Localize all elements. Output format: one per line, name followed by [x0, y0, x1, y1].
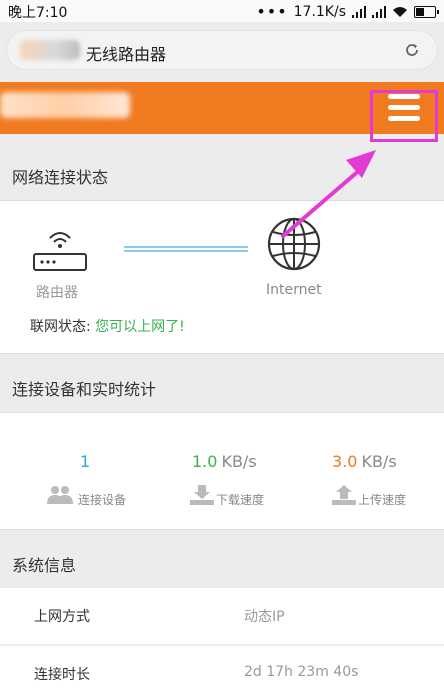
connected-count: 1 [80, 452, 91, 471]
users-icon [47, 486, 73, 504]
blurred-brand-logo [0, 92, 130, 118]
upload-unit: KB/s [361, 452, 397, 471]
download-label: 下载速度 [216, 493, 265, 507]
info-key: 连接时长 [34, 667, 90, 683]
status-icons: ••• 17.1K/s [256, 2, 439, 21]
signal-icon [352, 5, 366, 18]
download-icon [190, 485, 214, 505]
stat-upload: 3.0 KB/s [332, 452, 397, 471]
download-value: 1.0 [192, 452, 218, 471]
signal-2-icon [372, 5, 386, 18]
connection-link-line [124, 246, 248, 252]
wifi-icon [393, 6, 407, 17]
upload-value: 3.0 [332, 452, 358, 471]
upload-icon [332, 485, 356, 505]
download-unit: KB/s [221, 452, 257, 471]
info-row-uptime: 连接时长 2d 17h 23m 40s [0, 645, 444, 688]
annotation-highlight-box [370, 90, 438, 142]
info-value: 动态IP [244, 609, 285, 625]
online-status-label: 联网状态: [30, 319, 91, 335]
section-title-devices: 连接设备和实时统计 [0, 368, 444, 412]
online-status-value: 您可以上网了! [95, 319, 185, 335]
router-icon [33, 232, 87, 271]
router-label: 路由器 [36, 285, 78, 301]
net-speed: 17.1K/s [293, 3, 346, 20]
reload-icon[interactable] [402, 40, 422, 60]
globe-icon [267, 217, 321, 271]
status-time: 晚上7:10 [8, 5, 68, 21]
internet-label: Internet [266, 282, 322, 298]
info-key: 上网方式 [34, 609, 90, 625]
upload-label: 上传速度 [358, 493, 407, 507]
page-title: 无线路由器 [86, 45, 167, 64]
section-title-system: 系统信息 [0, 544, 444, 588]
online-status-row: 联网状态: 您可以上网了! [30, 316, 185, 336]
stats-panel [0, 412, 444, 530]
battery-icon [414, 5, 439, 18]
status-bar: 晚上7:10 ••• 17.1K/s [0, 0, 444, 22]
connected-devices-label: 连接设备 [78, 493, 127, 507]
stat-connected-devices[interactable]: 1 [80, 452, 90, 471]
status-dots: ••• [256, 2, 288, 21]
section-title-connection: 网络连接状态 [0, 156, 444, 200]
stat-download: 1.0 KB/s [192, 452, 257, 471]
address-bar[interactable]: 无线路由器 [6, 30, 438, 70]
info-value: 2d 17h 23m 40s [244, 664, 359, 680]
blurred-host [20, 40, 80, 60]
info-row-connection-type: 上网方式 动态IP [0, 588, 444, 644]
